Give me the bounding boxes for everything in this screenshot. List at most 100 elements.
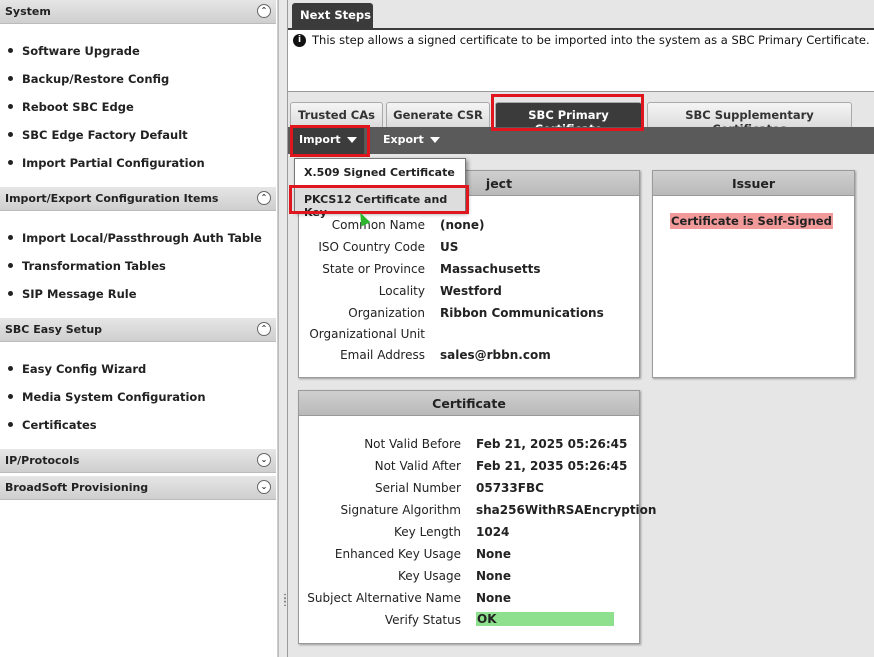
field-label: Locality <box>378 284 425 298</box>
tab-trusted-cas[interactable]: Trusted CAs <box>290 102 383 127</box>
next-steps-tab[interactable]: Next Steps <box>292 3 373 29</box>
sidebar-item-import-partial[interactable]: Import Partial Configuration <box>8 156 205 170</box>
import-button[interactable]: Import <box>292 127 364 154</box>
collapse-icon[interactable]: ⌃ <box>257 4 271 18</box>
bullet-icon <box>8 160 13 165</box>
field-label: Signature Algorithm <box>340 503 461 517</box>
bullet-icon <box>8 263 13 268</box>
sidebar-item-label: SIP Message Rule <box>22 287 137 301</box>
sidebar-item-label: Import Local/Passthrough Auth Table <box>22 231 262 245</box>
sidebar-item-label: Certificates <box>22 418 97 432</box>
bullet-icon <box>8 104 13 109</box>
field-value: Feb 21, 2025 05:26:45 <box>476 437 628 451</box>
field-label: Organization <box>348 306 425 320</box>
sidebar-item-transformation-tables[interactable]: Transformation Tables <box>8 259 166 273</box>
next-steps-text: This step allows a signed certificate to… <box>312 33 874 47</box>
collapse-icon[interactable]: ⌃ <box>257 322 271 336</box>
field-label: Serial Number <box>375 481 461 495</box>
sidebar-item-factory-default[interactable]: SBC Edge Factory Default <box>8 128 188 142</box>
bullet-icon <box>8 394 13 399</box>
bullet-icon <box>8 48 13 53</box>
sidebar-item-label: Media System Configuration <box>22 390 206 404</box>
field-label: Email Address <box>340 348 425 362</box>
chevron-down-icon <box>346 137 357 143</box>
field-value: sha256WithRSAEncryption <box>476 503 657 517</box>
tab-sbc-supplementary-certificates[interactable]: SBC Supplementary Certificates <box>647 102 852 136</box>
field-value: None <box>476 591 511 605</box>
field-label: Not Valid Before <box>364 437 461 451</box>
sidebar-item-software-upgrade[interactable]: Software Upgrade <box>8 44 140 58</box>
tab-sbc-primary-certificate[interactable]: SBC Primary Certificate <box>495 102 642 136</box>
sidebar-item-label: SBC Edge Factory Default <box>22 128 188 142</box>
field-label: Key Length <box>394 525 461 539</box>
field-value: Massachusetts <box>440 262 541 276</box>
field-value: US <box>440 240 459 254</box>
import-label: Import <box>299 133 341 146</box>
sidebar-item-media-system-config[interactable]: Media System Configuration <box>8 390 206 404</box>
chevron-down-icon <box>429 137 440 143</box>
export-label: Export <box>383 133 424 146</box>
field-value: Ribbon Communications <box>440 306 604 320</box>
field-label: Verify Status <box>384 613 461 627</box>
section-title: Import/Export Configuration Items <box>5 192 219 205</box>
menu-item-x509-signed-certificate[interactable]: X.509 Signed Certificate <box>295 160 465 185</box>
bullet-icon <box>8 422 13 427</box>
sidebar-item-easy-config-wizard[interactable]: Easy Config Wizard <box>8 362 146 376</box>
sidebar: System ⌃ Software Upgrade Backup/Restore… <box>0 0 278 657</box>
bullet-icon <box>8 291 13 296</box>
field-value: (none) <box>440 218 485 232</box>
sidebar-item-label: Import Partial Configuration <box>22 156 205 170</box>
collapse-icon[interactable]: ⌃ <box>257 191 271 205</box>
sidebar-item-backup-restore[interactable]: Backup/Restore Config <box>8 72 169 86</box>
section-ip-protocols-header[interactable]: IP/Protocols ⌄ <box>0 449 276 473</box>
certificate-panel-title: Certificate <box>299 391 639 416</box>
section-system-header[interactable]: System ⌃ <box>0 0 276 24</box>
sidebar-item-certificates[interactable]: Certificates <box>8 418 97 432</box>
info-icon: i <box>293 34 306 47</box>
sidebar-item-import-auth-table[interactable]: Import Local/Passthrough Auth Table <box>8 231 262 245</box>
sidebar-item-reboot[interactable]: Reboot SBC Edge <box>8 100 134 114</box>
issuer-panel: Issuer Certificate is Self-Signed <box>652 170 855 378</box>
next-steps-panel: i This step allows a signed certificate … <box>288 30 874 92</box>
sidebar-item-label: Backup/Restore Config <box>22 72 170 86</box>
import-dropdown-menu: X.509 Signed Certificate PKCS12 Certific… <box>294 158 466 219</box>
self-signed-badge: Certificate is Self-Signed <box>670 213 833 229</box>
section-import-export-header[interactable]: Import/Export Configuration Items ⌃ <box>0 187 276 211</box>
menu-item-pkcs12-certificate-and-key[interactable]: PKCS12 Certificate and Key <box>295 187 465 219</box>
field-label: Enhanced Key Usage <box>334 547 461 561</box>
field-label: ISO Country Code <box>318 240 425 254</box>
sidebar-item-sip-message-rule[interactable]: SIP Message Rule <box>8 287 137 301</box>
verify-status-badge: OK <box>476 612 614 626</box>
bullet-icon <box>8 366 13 371</box>
sidebar-item-label: Reboot SBC Edge <box>22 100 134 114</box>
field-label: Not Valid After <box>374 459 461 473</box>
certificate-panel: Certificate Not Valid Before Feb 21, 202… <box>298 390 656 644</box>
field-label: Subject Alternative Name <box>307 591 461 605</box>
field-label: Key Usage <box>398 569 461 583</box>
section-easy-setup-header[interactable]: SBC Easy Setup ⌃ <box>0 318 276 342</box>
sidebar-item-label: Easy Config Wizard <box>22 362 147 376</box>
export-button[interactable]: Export <box>383 133 440 146</box>
section-broadsoft-header[interactable]: BroadSoft Provisioning ⌄ <box>0 476 276 500</box>
issuer-panel-title: Issuer <box>653 171 854 196</box>
main-content: Next Steps i This step allows a signed c… <box>288 0 874 657</box>
field-label: Organizational Unit <box>309 327 425 341</box>
field-value: sales@rbbn.com <box>440 348 551 362</box>
expand-icon[interactable]: ⌄ <box>257 453 271 467</box>
field-value: Feb 21, 2035 05:26:45 <box>476 459 628 473</box>
section-title: System <box>5 5 51 18</box>
pane-splitter[interactable] <box>278 0 288 657</box>
sidebar-item-label: Transformation Tables <box>22 259 166 273</box>
field-value: None <box>476 547 511 561</box>
section-title: SBC Easy Setup <box>5 323 103 336</box>
bullet-icon <box>8 76 13 81</box>
bullet-icon <box>8 235 13 240</box>
field-value: 05733FBC <box>476 481 544 495</box>
section-title: BroadSoft Provisioning <box>5 481 149 494</box>
field-label: State or Province <box>322 262 425 276</box>
tab-generate-csr[interactable]: Generate CSR <box>386 102 490 127</box>
expand-icon[interactable]: ⌄ <box>257 480 271 494</box>
field-value: Westford <box>440 284 502 298</box>
section-title: IP/Protocols <box>5 454 80 467</box>
bullet-icon <box>8 132 13 137</box>
